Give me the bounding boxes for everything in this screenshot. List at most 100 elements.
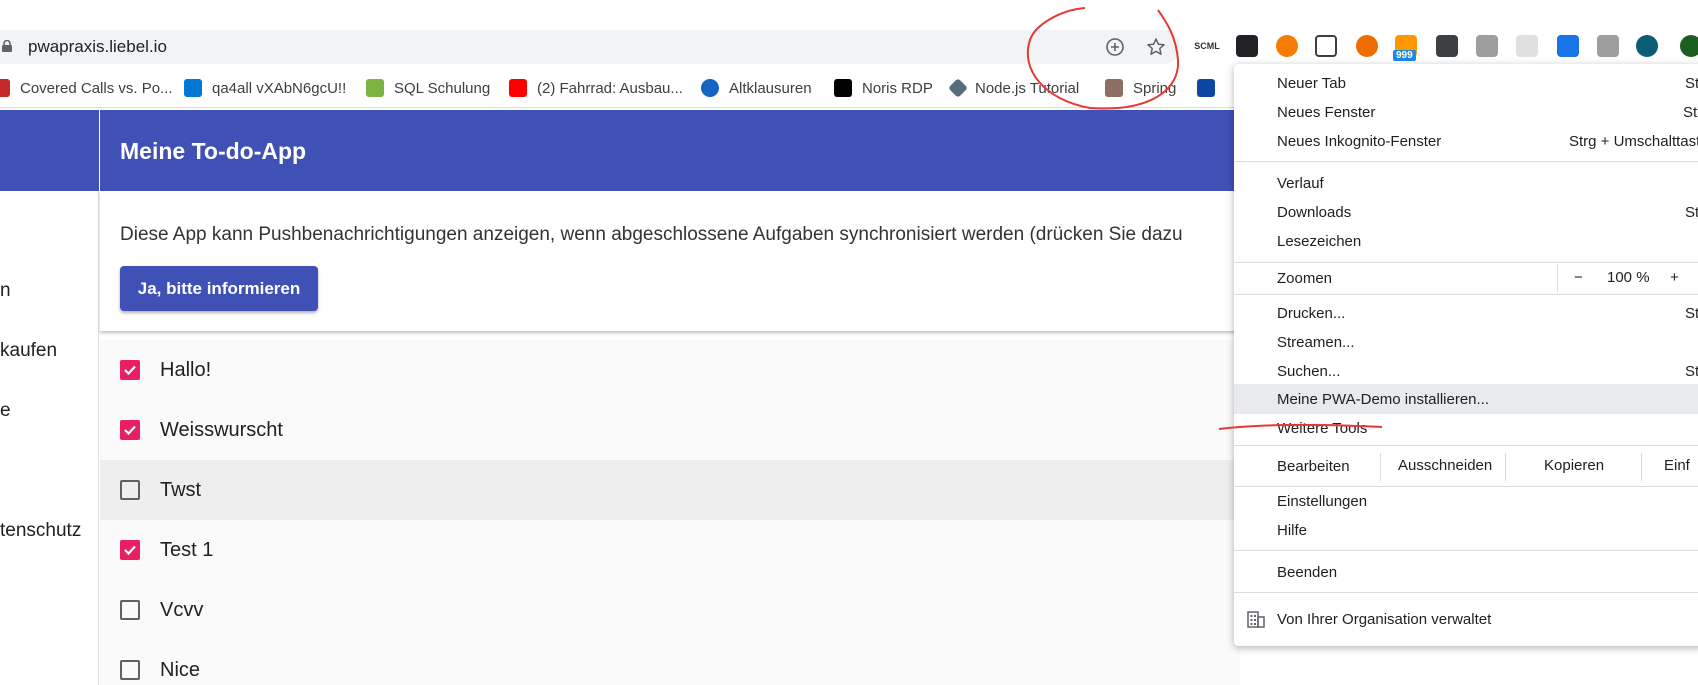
bookmark-item[interactable]: Altklausuren (701, 77, 812, 99)
menu-item-bookmarks[interactable]: Lesezeichen (1277, 233, 1361, 250)
menu-item-downloads[interactable]: Downloads (1277, 204, 1351, 221)
scml-extension-icon[interactable]: SCML (1194, 35, 1220, 57)
extension-icon-1[interactable] (1236, 35, 1258, 57)
menu-separator (1234, 445, 1698, 446)
sidebar-header (0, 110, 99, 191)
todo-label: Test 1 (160, 538, 214, 561)
bookmark-item[interactable]: Noris RDP (834, 77, 933, 99)
tab-strip (0, 0, 1698, 28)
url-text[interactable]: pwapraxis.liebel.io (28, 37, 167, 57)
todo-label: Hallo! (160, 358, 212, 381)
lightbulb-extension-icon[interactable] (1436, 35, 1458, 57)
todo-item[interactable]: Test 1 (100, 520, 1240, 580)
install-app-icon[interactable] (1103, 35, 1127, 59)
todo-label: Weisswurscht (160, 418, 283, 441)
menu-item-more-tools[interactable]: Weitere Tools (1277, 420, 1367, 437)
todo-item[interactable]: Nice (100, 640, 1240, 685)
sidebar (0, 110, 99, 685)
menu-item-exit[interactable]: Beenden (1277, 564, 1337, 581)
menu-item-incognito[interactable]: Neues Inkognito-Fenster (1277, 133, 1441, 150)
todo-item[interactable]: Hallo! (100, 340, 1240, 400)
todo-item[interactable]: Weisswurscht (100, 400, 1240, 460)
rss-badge: 999 (1393, 50, 1416, 61)
menu-separator (1234, 550, 1698, 551)
tools-extension-icon[interactable] (1476, 35, 1498, 57)
checkbox-checked[interactable] (120, 360, 140, 380)
todo-item[interactable]: Twst (100, 460, 1240, 520)
sidebar-item[interactable]: e (0, 400, 11, 422)
shortcut-new-tab: St (1685, 75, 1698, 92)
extension-icon-11[interactable] (1636, 35, 1658, 57)
cut-button[interactable]: Ausschneiden (1398, 457, 1492, 474)
checkbox-unchecked[interactable] (120, 600, 140, 620)
address-bar[interactable] (0, 30, 1180, 64)
menu-item-managed[interactable]: Von Ihrer Organisation verwaltet (1277, 611, 1491, 628)
copy-button[interactable]: Kopieren (1544, 457, 1604, 474)
shortcut-print: St (1685, 305, 1698, 322)
bookmark-item[interactable]: qa4all vXAbN6gcU!! (184, 77, 346, 99)
page-title: Meine To-do-App (120, 138, 307, 164)
bookmark-favicon-icon (1197, 79, 1215, 97)
shortcut-find: St (1685, 363, 1698, 380)
bookmark-favicon-icon (1105, 79, 1123, 97)
extension-icon-2[interactable] (1276, 35, 1298, 57)
zoom-out-button[interactable]: − (1574, 269, 1583, 286)
checkbox-unchecked[interactable] (120, 660, 140, 680)
menu-item-settings[interactable]: Einstellungen (1277, 493, 1367, 510)
extension-icon-10[interactable] (1597, 35, 1619, 57)
menu-item-new-tab[interactable]: Neuer Tab (1277, 75, 1346, 92)
nodejs-icon (948, 78, 968, 98)
extension-icon-4[interactable] (1356, 35, 1378, 57)
sidebar-item[interactable]: kaufen (0, 340, 57, 362)
todo-label: Twst (160, 478, 202, 501)
paste-button[interactable]: Einf (1664, 457, 1690, 474)
bookmark-star-icon[interactable] (1144, 35, 1168, 59)
bookmark-item[interactable]: Spring (1105, 77, 1176, 99)
menu-item-cast[interactable]: Streamen... (1277, 334, 1355, 351)
bookmark-favicon-icon (0, 79, 10, 97)
todo-label: Vcvv (160, 598, 204, 621)
bookmark-item[interactable]: Covered Calls vs. Po... (0, 77, 173, 99)
shortcut-new-window: Str (1683, 104, 1698, 121)
menu-separator (1234, 161, 1698, 162)
sidebar-item[interactable]: tenschutz (0, 520, 81, 542)
zoom-level: 100 % (1607, 269, 1650, 286)
menu-item-edit: Bearbeiten (1277, 458, 1350, 475)
menu-separator (1234, 486, 1698, 487)
menu-item-new-window[interactable]: Neues Fenster (1277, 104, 1375, 121)
push-notice-text: Diese App kann Pushbenachrichtigungen an… (120, 224, 1183, 245)
bookmark-item[interactable]: SQL Schulung (366, 77, 490, 99)
shortcut-downloads: St (1685, 204, 1698, 221)
menu-item-history[interactable]: Verlauf (1277, 175, 1324, 192)
checkbox-unchecked[interactable] (120, 480, 140, 500)
menu-item-zoom: Zoomen (1277, 270, 1333, 287)
todo-label: Nice (160, 658, 201, 681)
extension-icon-9[interactable] (1557, 35, 1579, 57)
profile-avatar[interactable] (1680, 35, 1698, 57)
checkbox-checked[interactable] (120, 420, 140, 440)
bookmark-favicon-icon (701, 79, 719, 97)
bookmark-item[interactable]: (2) Fahrrad: Ausbau... (509, 77, 683, 99)
shortcut-incognito: Strg + Umschalttast (1569, 133, 1698, 150)
bookmark-favicon-icon (834, 79, 852, 97)
menu-item-install-app[interactable]: Meine PWA-Demo installieren... (1277, 391, 1489, 408)
screenshot-extension-icon[interactable] (1315, 35, 1337, 57)
menu-separator (1234, 592, 1698, 593)
checkbox-checked[interactable] (120, 540, 140, 560)
bookmark-item[interactable] (1197, 77, 1225, 99)
todo-item[interactable]: Vcvv (100, 580, 1240, 640)
menu-item-find[interactable]: Suchen... (1277, 363, 1340, 380)
menu-item-help[interactable]: Hilfe (1277, 522, 1307, 539)
extension-icon-8[interactable] (1516, 35, 1538, 57)
youtube-icon (509, 79, 527, 97)
enable-notifications-button[interactable]: Ja, bitte informieren (120, 266, 318, 311)
menu-separator (1234, 294, 1698, 295)
sidebar-item[interactable]: n (0, 280, 11, 302)
lock-icon[interactable] (2, 40, 12, 52)
menu-separator (1234, 262, 1698, 263)
bookmark-favicon-icon (366, 79, 384, 97)
chrome-menu (1234, 64, 1698, 646)
menu-item-print[interactable]: Drucken... (1277, 305, 1345, 322)
zoom-in-button[interactable]: + (1670, 269, 1679, 286)
bookmark-item[interactable]: Node.js Tutorial (948, 77, 1079, 99)
